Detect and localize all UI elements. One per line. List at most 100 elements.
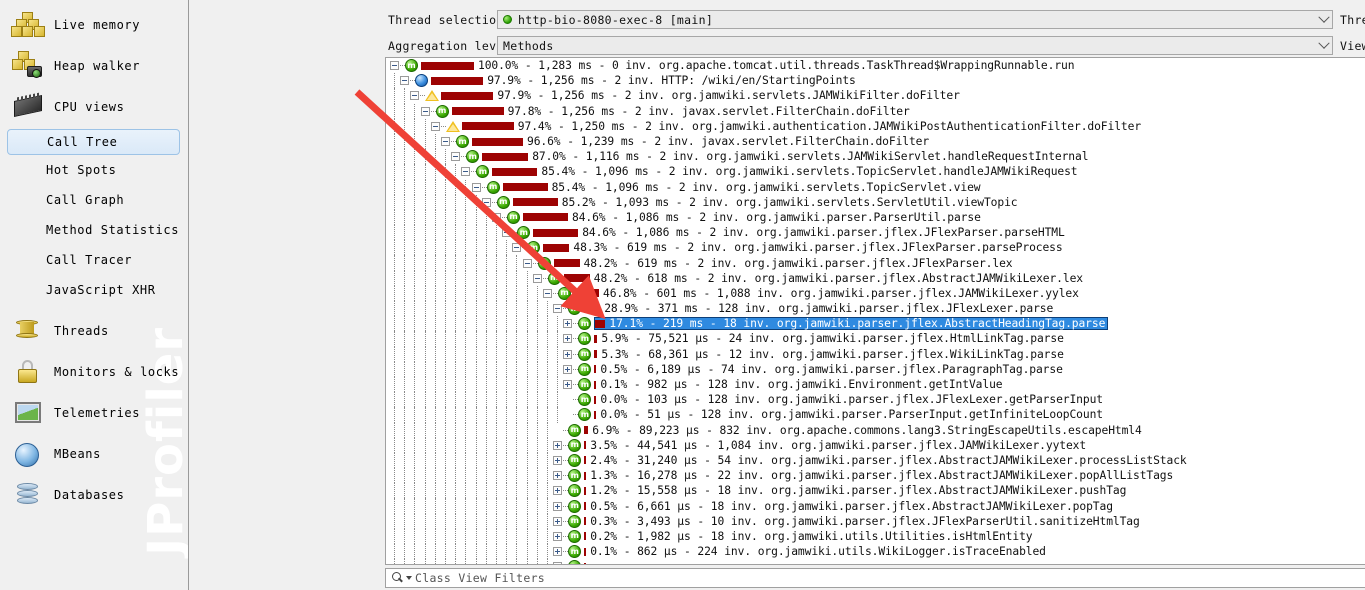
call-tree-row[interactable]: m 2.4% - 31,240 µs - 54 inv. org.jamwiki.… — [386, 452, 1365, 469]
sidebar-item-threads[interactable]: Threads — [0, 310, 188, 351]
cpu-time-bar — [584, 304, 601, 313]
call-tree-row[interactable]: m 87.0% - 1,116 ms - 2 inv. org.jamwiki.s… — [386, 149, 1365, 165]
call-tree-row[interactable]: m 6.9% - 89,223 µs - 832 inv. org.apache.… — [386, 422, 1365, 438]
expand-icon[interactable] — [553, 471, 563, 481]
sidebar-item-cpu-views[interactable]: CPU views — [0, 86, 188, 127]
cpu-time-bar — [584, 532, 587, 541]
call-tree-row[interactable]: m 84.6% - 1,086 ms - 2 inv. org.jamwiki.p… — [386, 209, 1365, 226]
call-tree-row[interactable]: m 0.0% - 103 µs - 128 inv. org.jamwiki.pa… — [386, 392, 1365, 408]
sidebar-item-hot-spots[interactable]: Hot Spots — [0, 155, 188, 185]
collapse-icon[interactable] — [471, 182, 481, 192]
call-tree-row-label: 0.0% - 103 µs - 128 inv. org.jamwiki.par… — [600, 393, 1103, 407]
expand-icon[interactable] — [553, 440, 563, 450]
collapse-icon[interactable] — [420, 106, 430, 116]
sidebar-item-call-tree[interactable]: Call Tree — [7, 129, 180, 155]
row-content: 0.0% - 51 µs - 128 inv. org.jamwiki.pars… — [594, 408, 1103, 421]
expand-icon[interactable] — [563, 380, 573, 390]
call-tree-row[interactable]: m 85.4% - 1,096 ms - 2 inv. org.jamwiki.s… — [386, 164, 1365, 180]
collapse-icon[interactable] — [522, 258, 532, 268]
collapse-icon[interactable] — [481, 197, 491, 207]
collapse-icon[interactable] — [553, 304, 563, 314]
sidebar-item-method-statistics[interactable]: Method Statistics — [0, 215, 188, 245]
expand-icon[interactable] — [553, 486, 563, 496]
collapse-icon[interactable] — [502, 228, 512, 238]
expand-icon[interactable] — [553, 455, 563, 465]
collapse-icon[interactable] — [390, 61, 399, 71]
call-tree-rows[interactable]: m 100.0% - 1,283 ms - 0 inv. org.apache.t… — [386, 58, 1365, 564]
call-tree-row[interactable]: m 48.2% - 619 ms - 2 inv. org.jamwiki.par… — [386, 255, 1365, 271]
sidebar-item-heap-walker[interactable]: Heap walker — [0, 45, 188, 86]
call-tree-row[interactable]: m 97.8% - 1,256 ms - 2 inv. javax.servlet… — [386, 103, 1365, 119]
call-tree-row[interactable]: m 17.1% - 219 ms - 18 inv. org.jamwiki.pa… — [386, 316, 1365, 332]
call-tree-row[interactable]: m 0.0% - 51 µs - 128 inv. org.jamwiki.par… — [386, 407, 1365, 423]
call-tree-row-label: 97.9% - 1,256 ms - 2 inv. HTTP: /wiki/en… — [487, 74, 856, 88]
collapse-icon[interactable] — [512, 243, 522, 253]
expand-icon[interactable] — [553, 547, 563, 557]
call-tree-row[interactable]: 97.9% - 1,256 ms - 2 inv. org.jamwiki.se… — [386, 88, 1365, 104]
method-node-icon: m — [558, 286, 571, 300]
cpu-time-bar — [492, 167, 538, 176]
call-tree-row[interactable]: m 48.2% - 618 ms - 2 inv. org.jamwiki.par… — [386, 270, 1365, 286]
call-tree-row[interactable]: 97.4% - 1,250 ms - 2 inv. org.jamwiki.au… — [386, 118, 1365, 134]
expand-icon[interactable] — [563, 364, 573, 374]
sidebar-item-label: Threads — [54, 323, 109, 338]
sidebar-item-databases[interactable]: Databases — [0, 474, 188, 515]
call-tree-row[interactable]: m — [386, 559, 1365, 564]
sidebar-top-sections: Live memory Heap walker CPU views — [0, 4, 188, 127]
collapse-icon[interactable] — [492, 212, 501, 222]
collapse-icon[interactable] — [430, 121, 440, 131]
collapse-icon[interactable] — [532, 273, 542, 283]
sidebar-item-label: Hot Spots — [46, 163, 117, 177]
call-tree-row[interactable]: m 0.5% - 6,661 µs - 18 inv. org.jamwiki.p… — [386, 498, 1365, 514]
expand-icon[interactable] — [563, 334, 573, 344]
chevron-down-icon[interactable] — [1315, 11, 1332, 28]
call-tree-row[interactable]: 97.9% - 1,256 ms - 2 inv. HTTP: /wiki/en… — [386, 73, 1365, 89]
call-tree-row[interactable]: m 84.6% - 1,086 ms - 2 inv. org.jamwiki.p… — [386, 225, 1365, 241]
search-icon[interactable] — [389, 569, 407, 587]
call-tree-row[interactable]: m 5.3% - 68,361 µs - 12 inv. org.jamwiki.… — [386, 346, 1365, 362]
call-tree-row[interactable]: m 85.2% - 1,093 ms - 2 inv. org.jamwiki.s… — [386, 194, 1365, 210]
call-tree-row[interactable]: m 48.3% - 619 ms - 2 inv. org.jamwiki.par… — [386, 240, 1365, 256]
call-tree-row[interactable]: m 96.6% - 1,239 ms - 2 inv. javax.servlet… — [386, 133, 1365, 150]
call-tree-row[interactable]: m 28.9% - 371 ms - 128 inv. org.jamwiki.p… — [386, 301, 1365, 317]
call-tree-row[interactable]: m 46.8% - 601 ms - 1,088 inv. org.jamwiki… — [386, 285, 1365, 301]
collapse-icon[interactable] — [400, 76, 410, 86]
call-tree-row[interactable]: m 0.2% - 1,982 µs - 18 inv. org.jamwiki.u… — [386, 528, 1365, 544]
call-tree-row[interactable]: m 1.2% - 15,558 µs - 18 inv. org.jamwiki.… — [386, 483, 1365, 499]
collapse-icon[interactable] — [451, 152, 461, 162]
sidebar-item-mbeans[interactable]: MBeans — [0, 433, 188, 474]
collapse-icon[interactable] — [410, 91, 420, 101]
collapse-icon[interactable] — [543, 288, 552, 298]
call-tree-row[interactable]: m 100.0% - 1,283 ms - 0 inv. org.apache.t… — [386, 58, 1365, 73]
thread-selection-dropdown[interactable]: http-bio-8080-exec-8 [main] — [497, 10, 1333, 29]
chevron-down-icon[interactable] — [1315, 37, 1332, 54]
cpu-time-bar — [523, 213, 568, 222]
expand-icon[interactable] — [553, 516, 563, 526]
expand-icon[interactable] — [563, 319, 573, 329]
sidebar-item-label: Live memory — [54, 17, 141, 32]
call-tree-row[interactable]: m 3.5% - 44,541 µs - 1,084 inv. org.jamwi… — [386, 437, 1365, 453]
call-tree-row[interactable]: m 0.5% - 6,189 µs - 74 inv. org.jamwiki.p… — [386, 361, 1365, 377]
collapse-icon[interactable] — [441, 137, 450, 147]
collapse-icon[interactable] — [461, 167, 471, 177]
sidebar-item-call-tracer[interactable]: Call Tracer — [0, 245, 188, 275]
expand-icon[interactable] — [553, 562, 563, 564]
sidebar-item-javascript-xhr[interactable]: JavaScript XHR — [0, 275, 188, 305]
call-tree-row[interactable]: m 85.4% - 1,096 ms - 2 inv. org.jamwiki.s… — [386, 179, 1365, 195]
call-tree-row[interactable]: m 0.1% - 982 µs - 128 inv. org.jamwiki.En… — [386, 376, 1365, 393]
call-tree-panel[interactable]: m 100.0% - 1,283 ms - 0 inv. org.apache.t… — [385, 57, 1365, 565]
call-tree-row[interactable]: m 0.1% - 862 µs - 224 inv. org.jamwiki.ut… — [386, 544, 1365, 560]
expand-icon[interactable] — [563, 349, 573, 359]
sidebar-item-monitors-locks[interactable]: Monitors & locks — [0, 351, 188, 392]
sidebar-item-telemetries[interactable]: Telemetries — [0, 392, 188, 433]
call-tree-row[interactable]: m 1.3% - 16,278 µs - 22 inv. org.jamwiki.… — [386, 468, 1365, 484]
sidebar-item-call-graph[interactable]: Call Graph — [0, 185, 188, 215]
row-content: 1.3% - 16,278 µs - 22 inv. org.jamwiki.p… — [584, 469, 1173, 482]
call-tree-row[interactable]: m 0.3% - 3,493 µs - 10 inv. org.jamwiki.p… — [386, 513, 1365, 529]
expand-icon[interactable] — [553, 531, 563, 541]
call-tree-row[interactable]: m 5.9% - 75,521 µs - 24 inv. org.jamwiki.… — [386, 331, 1365, 347]
expand-icon[interactable] — [553, 501, 563, 511]
aggregation-level-dropdown[interactable]: Methods — [497, 36, 1333, 55]
class-view-filter-bar[interactable]: Class View Filters — [385, 568, 1365, 588]
sidebar-item-live-memory[interactable]: Live memory — [0, 4, 188, 45]
